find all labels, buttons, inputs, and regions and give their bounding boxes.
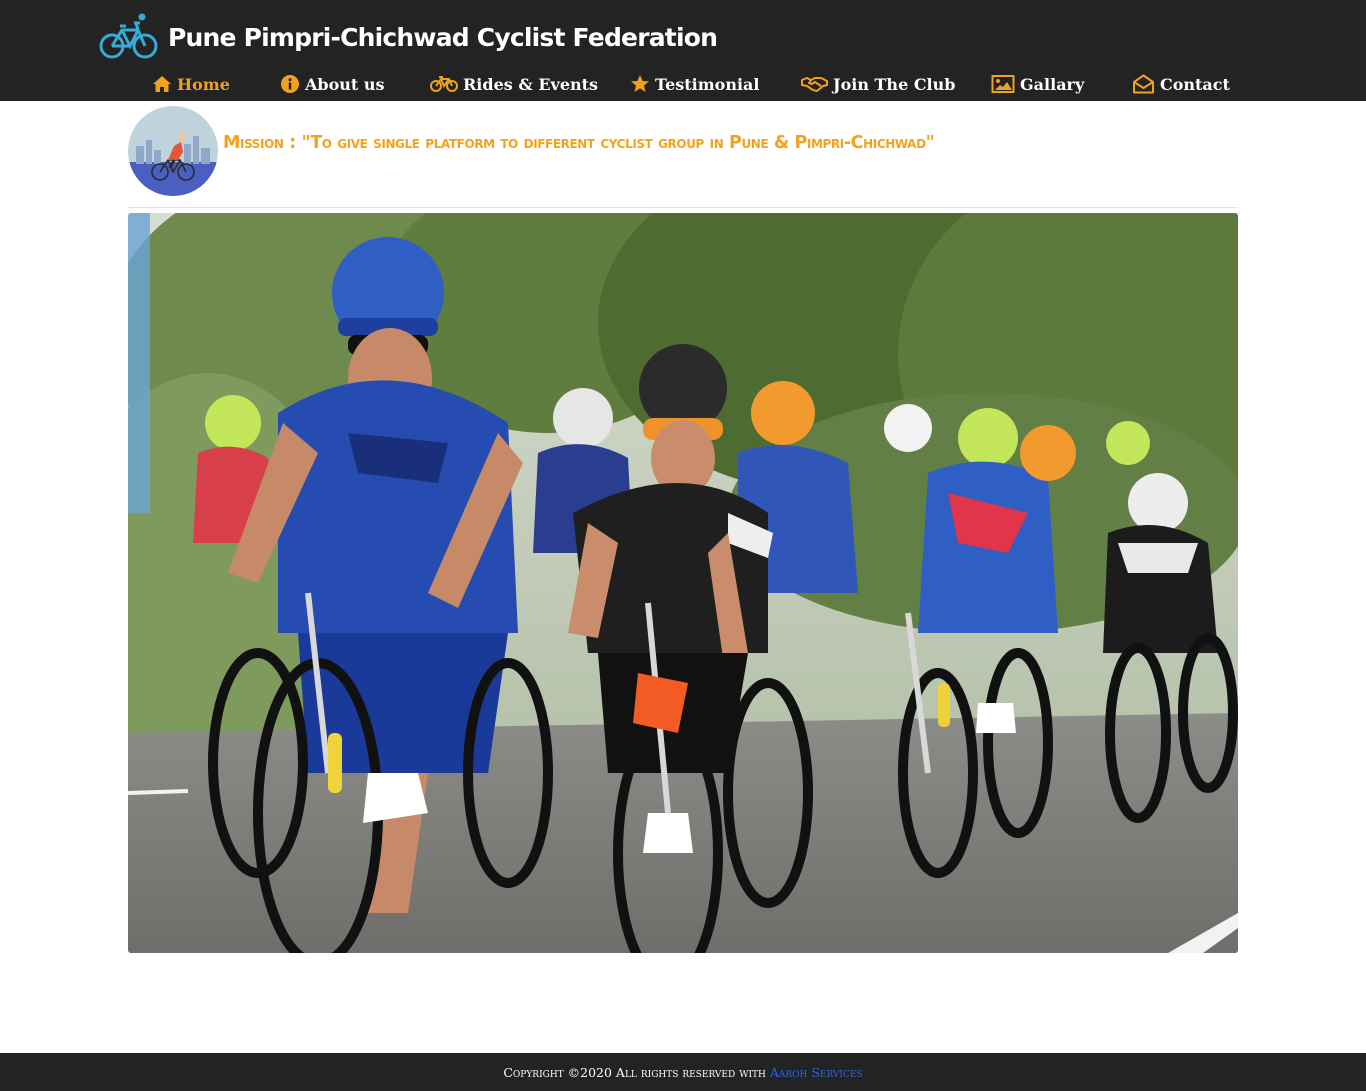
- bicycle-icon: [430, 74, 458, 94]
- cyclist-city-avatar: [128, 106, 218, 196]
- copyright-label: Copyright ©2020 All rights reserved with: [503, 1065, 766, 1080]
- hero-cyclists-photo: [128, 213, 1238, 953]
- nav-join-the-club[interactable]: Join The Club: [801, 70, 955, 98]
- site-title: Pune Pimpri-Chichwad Cyclist Federation: [168, 22, 718, 52]
- nav-contact[interactable]: Contact: [1132, 70, 1230, 98]
- envelope-open-icon: [1132, 74, 1155, 94]
- nav-testimonial-label: Testimonial: [655, 74, 760, 94]
- nav-home-label: Home: [177, 74, 230, 94]
- brand-link[interactable]: Pune Pimpri-Chichwad Cyclist Federation: [98, 12, 718, 62]
- image-icon: [991, 74, 1015, 94]
- star-icon: [630, 74, 650, 94]
- main-nav: Home About us Rides & Events Testimonial…: [0, 70, 1366, 98]
- info-icon: [280, 74, 300, 94]
- mission-statement: Mission : "To give single platform to di…: [223, 133, 935, 153]
- site-footer: Copyright ©2020 All rights reserved with…: [0, 1053, 1366, 1091]
- nav-about-us-label: About us: [305, 74, 385, 94]
- nav-rides-events-label: Rides & Events: [463, 74, 599, 94]
- site-header: Pune Pimpri-Chichwad Cyclist Federation …: [0, 0, 1366, 101]
- nav-contact-label: Contact: [1160, 74, 1230, 94]
- nav-join-the-club-label: Join The Club: [833, 74, 956, 94]
- nav-gallary-label: Gallary: [1020, 74, 1085, 94]
- home-icon: [152, 74, 172, 94]
- nav-gallary[interactable]: Gallary: [991, 70, 1084, 98]
- handshake-icon: [801, 74, 828, 94]
- nav-home[interactable]: Home: [152, 70, 230, 98]
- aaroh-services-link[interactable]: Aaroh Services: [770, 1065, 863, 1080]
- nav-about-us[interactable]: About us: [280, 70, 385, 98]
- mission-banner: Mission : "To give single platform to di…: [128, 106, 1238, 196]
- copyright-text: Copyright ©2020 All rights reserved with…: [503, 1065, 862, 1080]
- section-divider: [128, 207, 1238, 208]
- bicycle-logo-icon: [98, 12, 160, 62]
- nav-testimonial[interactable]: Testimonial: [630, 70, 759, 98]
- nav-rides-events[interactable]: Rides & Events: [430, 70, 598, 98]
